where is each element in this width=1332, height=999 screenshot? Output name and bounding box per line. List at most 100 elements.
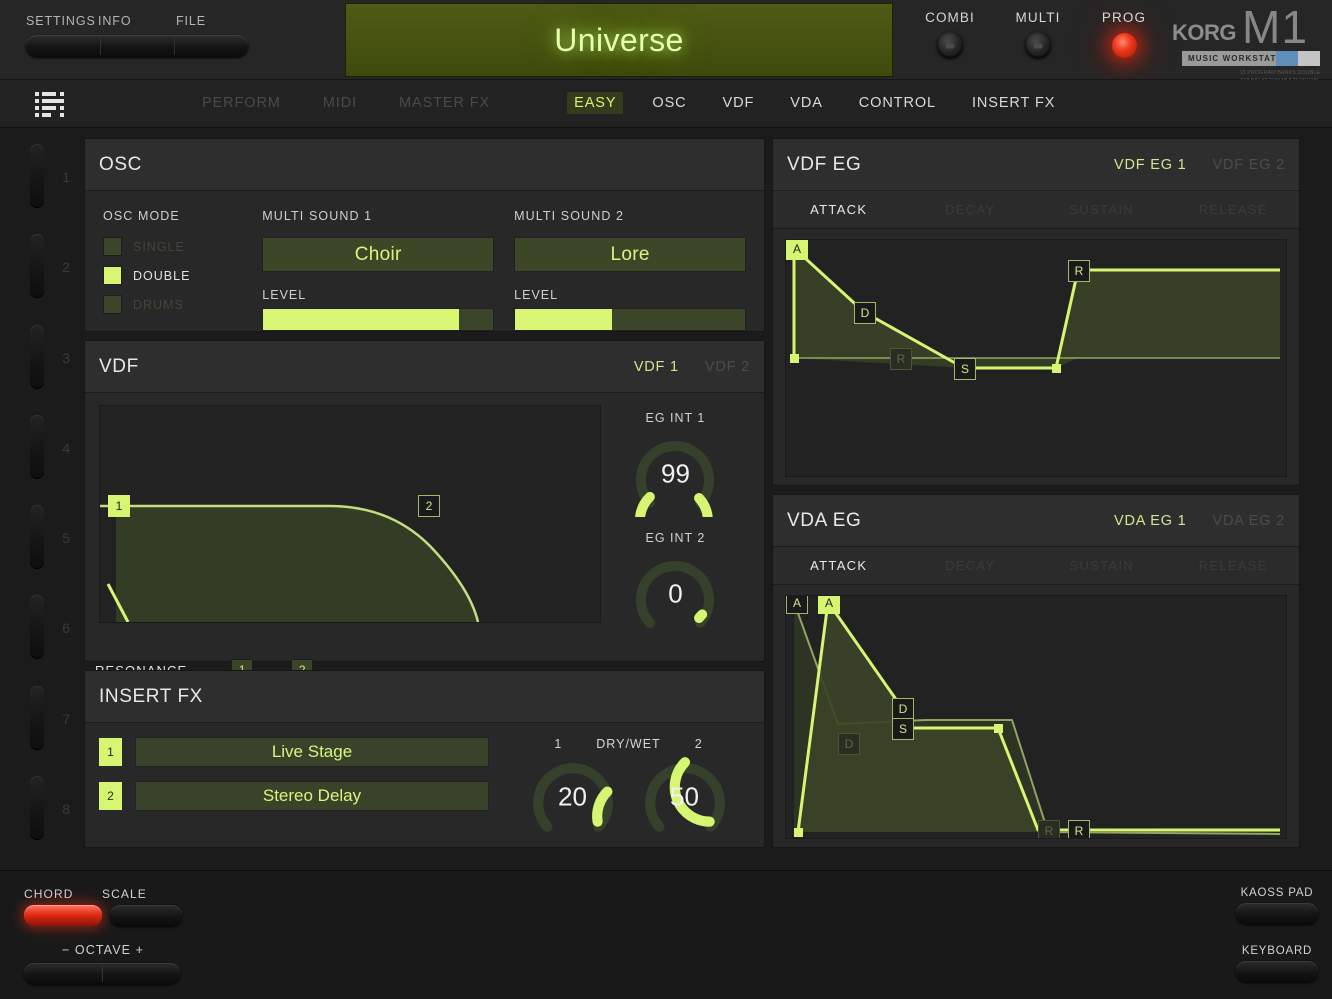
vdf-eg-stage-decay[interactable]: DECAY [905,202,1037,217]
settings-button[interactable] [26,35,100,57]
vda-eg-panel-title: VDA EG [787,509,862,531]
vda-eg-tab-1[interactable]: VDA EG 1 [1114,513,1187,529]
combi-mode-button[interactable]: COMBI [912,10,988,58]
multisound-2-field[interactable]: Lore [514,237,747,272]
file-button[interactable] [174,35,248,57]
vda-eg-handle-decay[interactable]: D [892,698,914,720]
vda-eg-handle-attack-ghost[interactable]: A [786,596,808,614]
tab-easy[interactable]: EASY [567,92,624,114]
insert-fx-slot-1-field[interactable]: Live Stage [135,737,489,767]
osc-panel-header: OSC [85,139,764,191]
rail-slot-4[interactable]: 4 [14,403,76,493]
vdf-eg-stage-sustain[interactable]: SUSTAIN [1036,202,1168,217]
vda-eg-graph[interactable]: A A D S D R R [785,595,1287,839]
vda-eg-handle-attack[interactable]: A [818,596,840,614]
kaoss-pad-button[interactable] [1236,903,1318,924]
vda-eg-handle-sustain[interactable]: S [892,718,914,740]
tab-osc[interactable]: OSC [645,92,693,114]
vdf-eg-handle-decay[interactable]: D [854,302,876,324]
multisound-1-field[interactable]: Choir [262,237,495,272]
eg-int-1-knob[interactable]: 99 [632,431,718,560]
vda-eg-stage-sustain[interactable]: SUSTAIN [1036,558,1168,573]
vdf-eg-handle-release[interactable]: R [1068,260,1090,282]
rail-slot-3[interactable]: 3 [14,313,76,403]
vdf-eg-stage-tabs: ATTACK DECAY SUSTAIN RELEASE [773,191,1299,229]
vdf-eg-tab-2[interactable]: VDF EG 2 [1213,157,1285,173]
osc-mode-single[interactable]: SINGLE [103,237,262,256]
program-display[interactable]: Universe [345,3,893,77]
vda-eg-fill [798,602,1280,832]
vdf-handle-1[interactable]: 1 [108,495,130,517]
prog-led-icon[interactable] [1111,33,1137,58]
rail-slider-2[interactable] [30,234,44,299]
keyboard-view-button[interactable] [1236,961,1318,982]
tab-vda[interactable]: VDA [783,92,830,114]
top-header: SETTINGS INFO FILE Universe COMBI MULTI [0,0,1332,93]
vdf-tab-1[interactable]: VDF 1 [634,359,679,375]
osc-mode-drums[interactable]: DRUMS [103,295,262,314]
octave-down-button[interactable] [24,963,102,984]
rail-slider-4[interactable] [30,414,44,479]
vdf-filter-graph[interactable]: 1 2 [99,405,601,623]
tab-vdf[interactable]: VDF [716,92,762,114]
vda-eg-stage-decay[interactable]: DECAY [905,558,1037,573]
list-icon[interactable] [34,90,70,118]
multi-mode-button[interactable]: MULTI [1000,10,1076,58]
rail-slider-5[interactable] [30,505,44,569]
vdf-eg-handle-sustain[interactable]: S [954,358,976,380]
vda-eg-handle-release-ghost[interactable]: R [1038,820,1060,838]
tab-control[interactable]: CONTROL [852,92,943,114]
vda-eg-handle-decay-ghost[interactable]: D [838,733,860,755]
vdf-handle-2[interactable]: 2 [418,495,440,517]
tab-master-fx[interactable]: MASTER FX [392,92,497,114]
rail-slider-3[interactable] [30,324,44,389]
vdf-eg-stage-attack[interactable]: ATTACK [773,202,905,217]
rail-slider-7[interactable] [30,685,44,750]
multisound-2-level-slider[interactable] [514,308,747,331]
vdf-eg-stage-release[interactable]: RELEASE [1168,202,1300,217]
info-button[interactable] [100,35,174,57]
vdf-eg-handle-release-ghost[interactable]: R [890,348,912,370]
rail-slider-8[interactable] [30,775,44,840]
chord-button[interactable] [24,905,102,926]
rail-slot-6[interactable]: 6 [14,583,76,673]
vda-eg-tab-2[interactable]: VDA EG 2 [1213,513,1286,529]
insert-fx-slot-2-number[interactable]: 2 [99,782,122,810]
octave-up-button[interactable] [102,963,180,984]
multi-knob-icon[interactable] [1025,32,1051,58]
vdf-tab-2[interactable]: VDF 2 [705,359,750,375]
vda-eg-stage-release[interactable]: RELEASE [1168,558,1300,573]
drywet-knob-2[interactable]: 50 [641,753,729,841]
double-radio-icon[interactable] [103,266,122,285]
prog-mode-button[interactable]: PROG [1086,10,1162,58]
combi-knob-icon[interactable] [937,32,963,58]
eg-int-2-knob[interactable]: 0 [632,551,718,637]
vda-eg-stage-tabs: ATTACK DECAY SUSTAIN RELEASE [773,547,1299,585]
vdf-eg-graph[interactable]: A D S R R [785,239,1287,477]
vda-eg-handle-release-ghost-label: R [1044,824,1054,838]
vda-eg-stage-attack[interactable]: ATTACK [773,558,905,573]
rail-slot-1[interactable]: 1 [14,132,76,222]
single-radio-icon[interactable] [103,237,122,256]
vda-eg-handle-release[interactable]: R [1068,820,1090,838]
vdf-eg-tab-1[interactable]: VDF EG 1 [1114,157,1186,173]
rail-slot-7[interactable]: 7 [14,674,76,764]
insert-fx-slot-1-number[interactable]: 1 [99,738,122,766]
tab-perform[interactable]: PERFORM [195,92,288,114]
rail-slot-5[interactable]: 5 [14,493,76,583]
osc-mode-double[interactable]: DOUBLE [103,266,262,285]
vdf-eg-handle-attack[interactable]: A [786,240,808,260]
tab-midi[interactable]: MIDI [316,92,364,114]
rail-slider-6[interactable] [30,595,44,660]
drums-radio-icon[interactable] [103,295,122,314]
rail-slot-8[interactable]: 8 [14,764,76,854]
rail-slot-2[interactable]: 2 [14,222,76,312]
insert-fx-slot-2-field[interactable]: Stereo Delay [135,781,489,811]
rail-slider-1[interactable] [30,144,44,208]
vdf-eg-panel-header: VDF EG VDF EG 1 VDF EG 2 [773,139,1299,191]
multisound-1-level-slider[interactable] [262,308,495,331]
tab-insert-fx[interactable]: INSERT FX [965,92,1062,114]
drywet-knob-1[interactable]: 20 [529,753,617,841]
scale-button[interactable] [110,905,182,926]
insert-fx-panel-title: INSERT FX [99,685,203,707]
